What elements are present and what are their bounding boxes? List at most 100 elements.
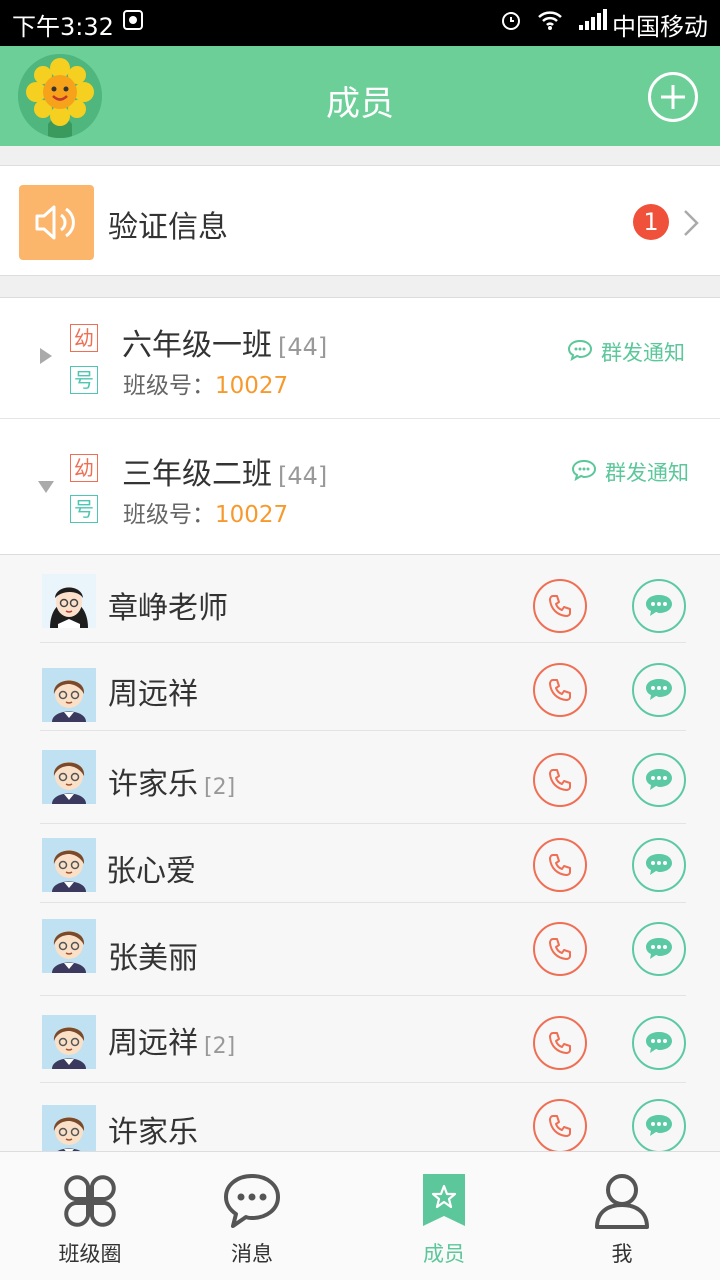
call-button[interactable] [533, 922, 587, 976]
phone-icon [549, 769, 571, 791]
message-button[interactable] [632, 663, 686, 717]
chat-bubble-icon [646, 1032, 672, 1053]
tab-class-circle[interactable]: 班级圈 [0, 1152, 180, 1280]
member-row[interactable]: 张美丽 [40, 903, 686, 996]
class-name-text: 六年级一班 [122, 328, 272, 363]
phone-icon [549, 1032, 571, 1054]
student-avatar [42, 750, 96, 804]
member-name-line: 许家乐 [108, 1107, 204, 1151]
member-name: 张美丽 [108, 941, 198, 976]
teacher-avatar [42, 574, 96, 628]
call-button[interactable] [533, 1016, 587, 1070]
member-name-line: 周远祥 [108, 669, 204, 713]
student-avatar [42, 668, 96, 722]
phone-icon [549, 854, 571, 876]
user-icon [595, 1174, 649, 1229]
speech-bubble-icon [571, 459, 597, 481]
kindergarten-tag: 幼 [70, 454, 98, 482]
phone-icon [549, 595, 571, 617]
member-row[interactable]: 许家乐 [40, 1083, 686, 1151]
chat-bubble-icon [646, 679, 672, 700]
group-notify-label: 群发通知 [601, 341, 685, 365]
bottom-nav: 班级圈 消息 成员 我 [0, 1151, 720, 1280]
member-name: 许家乐 [108, 1115, 198, 1150]
member-name-line: 张心爱 [106, 846, 202, 890]
member-name-line: 许家乐 [2] [108, 759, 235, 803]
class-number-label: 班级号： [123, 502, 215, 528]
student-avatar [42, 838, 96, 892]
member-row[interactable]: 周远祥 [2] [40, 996, 686, 1083]
member-count: [2] [204, 1034, 236, 1059]
wifi-icon [538, 11, 562, 30]
message-button[interactable] [632, 1099, 686, 1151]
class-number-value: 10027 [215, 502, 289, 528]
collapse-arrow-icon[interactable] [38, 479, 54, 495]
message-button[interactable] [632, 579, 686, 633]
call-button[interactable] [533, 1099, 587, 1151]
group-notify-label: 群发通知 [605, 461, 689, 485]
tab-label: 消息 [231, 1242, 273, 1266]
class-number-tag: 号 [70, 495, 98, 523]
member-row[interactable]: 张心爱 [40, 824, 686, 903]
tab-messages[interactable]: 消息 [162, 1152, 342, 1280]
member-name-line: 周远祥 [2] [108, 1018, 235, 1062]
phone-icon [549, 679, 571, 701]
class-number: 班级号：10027 [123, 366, 288, 400]
chevron-right-icon [684, 210, 699, 236]
class-group[interactable]: 幼 号 六年级一班 [44] 班级号：10027 群发通知 [0, 297, 720, 419]
carrier-name: 中国移动 [612, 13, 708, 41]
student-avatar [42, 1015, 96, 1069]
tab-label: 成员 [423, 1242, 465, 1266]
signal-icon [579, 9, 607, 30]
expand-arrow-icon[interactable] [38, 348, 54, 364]
member-name: 章峥老师 [108, 591, 228, 626]
verify-info-label: 验证信息 [108, 210, 228, 245]
member-name-line: 张美丽 [108, 933, 204, 977]
student-avatar [42, 919, 96, 973]
tab-label: 班级圈 [58, 1242, 122, 1266]
message-button[interactable] [632, 838, 686, 892]
speech-bubble-icon [567, 339, 593, 361]
member-row[interactable]: 周远祥 [40, 643, 686, 731]
class-number-value: 10027 [215, 373, 289, 399]
member-name-line: 章峥老师 [108, 583, 234, 627]
kindergarten-tag: 幼 [70, 324, 98, 352]
add-member-button[interactable] [648, 72, 698, 122]
verify-info-row[interactable]: 验证信息 1 [0, 165, 720, 276]
member-name: 张心爱 [106, 854, 196, 889]
chat-bubble-icon [224, 1174, 280, 1228]
member-row[interactable]: 章峥老师 [40, 555, 686, 643]
member-name: 许家乐 [108, 767, 198, 802]
call-button[interactable] [533, 579, 587, 633]
speaker-icon [19, 185, 94, 260]
phone-icon [549, 938, 571, 960]
class-name: 六年级一班 [44] [122, 320, 327, 364]
class-member-count: [44] [278, 462, 328, 490]
call-button[interactable] [533, 663, 587, 717]
group-notify-button[interactable]: 群发通知 [571, 457, 689, 487]
class-number-tag: 号 [70, 366, 98, 394]
student-avatar [42, 1105, 96, 1151]
alarm-icon [502, 12, 520, 30]
clover-icon [64, 1175, 116, 1227]
member-list[interactable]: 章峥老师 周远祥 许家乐 [2] 张心爱 张美丽 周远祥 [2] 许家乐 [0, 555, 720, 1151]
message-button[interactable] [632, 753, 686, 807]
message-button[interactable] [632, 1016, 686, 1070]
class-number-label: 班级号： [123, 373, 215, 399]
chat-bubble-icon [646, 938, 672, 959]
tab-members[interactable]: 成员 [354, 1152, 534, 1280]
call-button[interactable] [533, 838, 587, 892]
chat-bubble-icon [646, 854, 672, 875]
tab-me[interactable]: 我 [532, 1152, 712, 1280]
call-button[interactable] [533, 753, 587, 807]
class-name: 三年级二班 [44] [122, 449, 327, 493]
class-name-text: 三年级二班 [122, 457, 272, 492]
message-button[interactable] [632, 922, 686, 976]
member-row[interactable]: 许家乐 [2] [40, 731, 686, 824]
status-bar: 下午3:32 中国移动 [0, 0, 720, 46]
class-group[interactable]: 幼 号 三年级二班 [44] 班级号：10027 群发通知 [0, 419, 720, 555]
star-bookmark-icon [423, 1174, 465, 1226]
tab-label: 我 [611, 1242, 633, 1266]
group-notify-button[interactable]: 群发通知 [567, 337, 685, 367]
class-member-count: [44] [278, 333, 328, 361]
